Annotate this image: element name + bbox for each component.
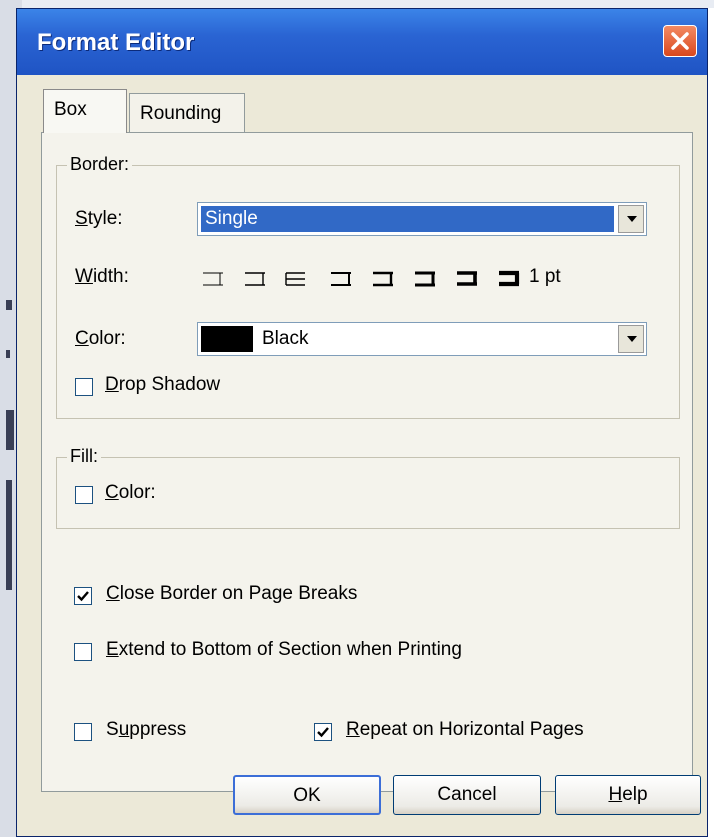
dialog-client-area: Box Rounding Border: Style: Single Width… xyxy=(17,75,707,836)
width-option-thin-icon[interactable] xyxy=(243,270,267,288)
width-option-5-icon[interactable] xyxy=(497,270,521,288)
chevron-down-icon xyxy=(627,336,637,342)
tab-panel-box: Border: Style: Single Width: 1 pt Color:… xyxy=(41,132,693,792)
color-selected-value: Black xyxy=(262,328,309,349)
fill-group-legend: Fill: xyxy=(67,446,101,467)
format-editor-dialog: Format Editor Box Rounding Border: Style… xyxy=(16,8,708,837)
style-selected-value: Single xyxy=(201,206,614,232)
fill-group: Fill: Color: xyxy=(56,446,680,529)
color-label: Color: xyxy=(75,328,126,349)
title-bar[interactable]: Format Editor xyxy=(17,9,707,75)
style-select[interactable]: Single xyxy=(197,202,647,236)
style-label-rest: tyle: xyxy=(87,208,123,229)
width-label: Width: xyxy=(75,266,129,287)
width-option-hairline-icon[interactable] xyxy=(201,270,225,288)
border-group-legend: Border: xyxy=(67,154,133,175)
tab-box[interactable]: Box xyxy=(43,89,127,133)
color-select[interactable]: Black xyxy=(197,322,647,356)
cancel-button[interactable]: Cancel xyxy=(393,775,541,815)
checkmark-icon xyxy=(317,727,329,738)
extend-to-bottom-label: Extend to Bottom of Section when Printin… xyxy=(106,639,462,660)
repeat-horizontal-label: Repeat on Horizontal Pages xyxy=(346,719,584,740)
background-top-strip xyxy=(0,0,714,8)
fill-color-checkbox[interactable] xyxy=(75,486,93,504)
suppress-checkbox[interactable] xyxy=(74,723,92,741)
tab-rounding[interactable]: Rounding xyxy=(129,93,245,133)
width-option-double-icon[interactable] xyxy=(283,270,307,288)
repeat-horizontal-checkbox[interactable] xyxy=(314,723,332,741)
color-dropdown-button[interactable] xyxy=(618,325,644,353)
window-title: Format Editor xyxy=(37,29,195,56)
close-button[interactable] xyxy=(663,25,697,57)
checkmark-icon xyxy=(77,591,89,602)
width-value: 1 pt xyxy=(529,266,561,287)
drop-shadow-checkbox[interactable] xyxy=(75,378,93,396)
close-icon xyxy=(671,32,689,50)
style-dropdown-button[interactable] xyxy=(618,205,644,233)
border-group: Border: Style: Single Width: 1 pt Color:… xyxy=(56,154,680,419)
close-border-checkbox[interactable] xyxy=(74,587,92,605)
color-swatch xyxy=(201,326,253,352)
style-label: Style: xyxy=(75,208,123,229)
width-option-1-icon[interactable] xyxy=(329,270,353,288)
close-border-label: Close Border on Page Breaks xyxy=(106,583,358,604)
chevron-down-icon xyxy=(627,216,637,222)
suppress-label: Suppress xyxy=(106,719,187,740)
width-option-4-icon[interactable] xyxy=(455,270,479,288)
width-option-2-icon[interactable] xyxy=(371,270,395,288)
drop-shadow-label: Drop Shadow xyxy=(105,374,221,395)
fill-color-label: Color: xyxy=(105,482,156,503)
extend-to-bottom-checkbox[interactable] xyxy=(74,643,92,661)
ok-button[interactable]: OK xyxy=(233,775,381,815)
width-option-3-icon[interactable] xyxy=(413,270,437,288)
help-button[interactable]: Help xyxy=(555,775,701,815)
